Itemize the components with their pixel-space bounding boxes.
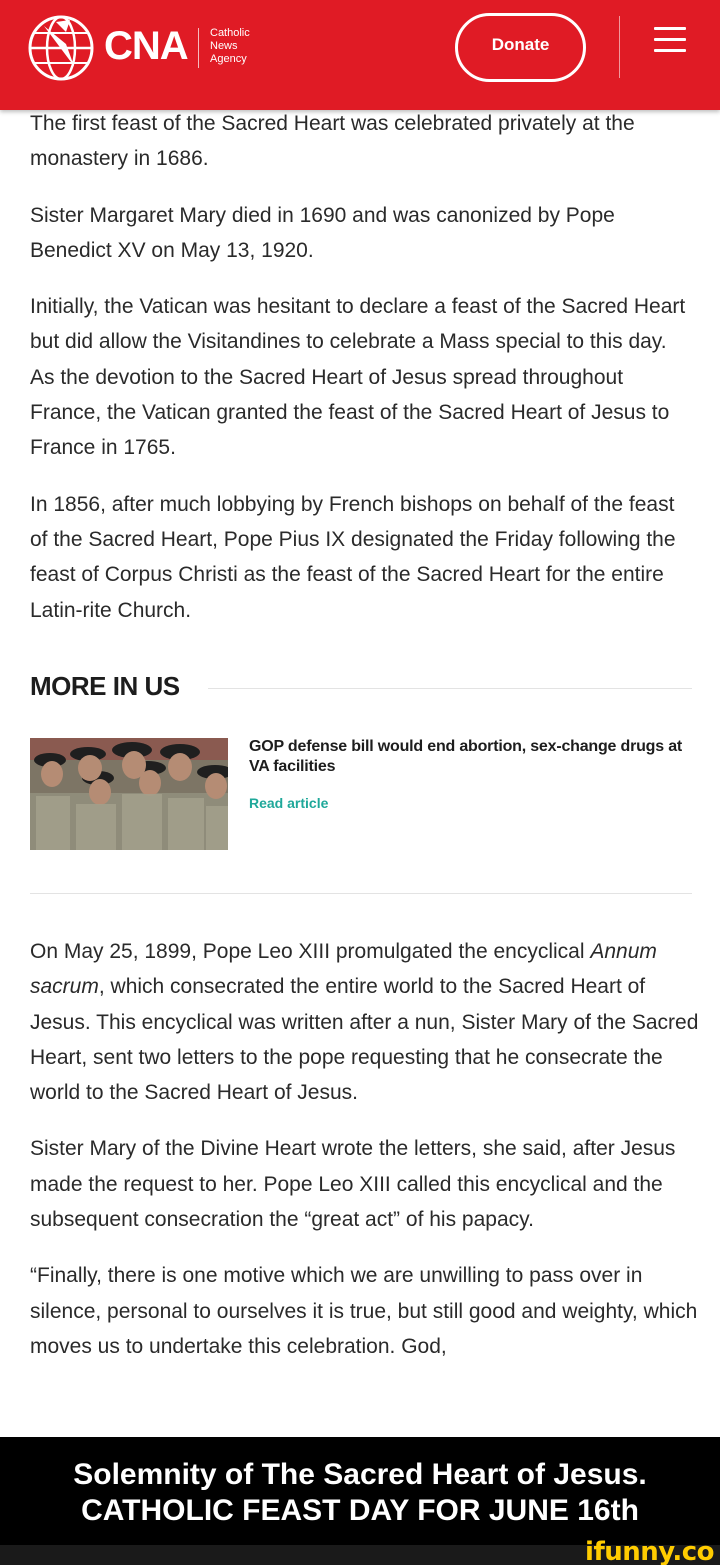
article-paragraph: In 1856, after much lobbying by French b… (30, 492, 676, 622)
logo-wordmark[interactable]: CNA (104, 22, 189, 70)
article-body: The first feast of the Sacred Heart was … (30, 106, 695, 649)
logo-tagline-line: Catholic (210, 27, 250, 39)
donate-button[interactable]: Donate (455, 13, 586, 82)
ifunny-watermark: ifunny.co (585, 1537, 714, 1565)
cna-globe-logo-icon[interactable] (26, 14, 96, 82)
logo-tagline-line: News (210, 40, 238, 52)
section-divider (207, 687, 692, 689)
logo-tagline-line: Agency (210, 53, 247, 65)
more-in-title: MORE IN US (30, 670, 180, 701)
article-paragraph: Initially, the Vatican was hesitant to d… (30, 295, 686, 460)
more-in-section-header: MORE IN US (30, 668, 692, 704)
section-divider (30, 893, 692, 894)
caption-line: CATHOLIC FEAST DAY FOR JUNE 16th (81, 1494, 639, 1527)
site-header: CNA Catholic News Agency Donate (0, 0, 720, 110)
meme-caption: Solemnity of The Sacred Heart of Jesus. … (0, 1437, 720, 1545)
article-paragraph: Sister Mary of the Divine Heart wrote th… (30, 1137, 676, 1232)
article-paragraph: “Finally, there is one motive which we a… (30, 1264, 698, 1358)
read-article-link[interactable]: Read article (249, 795, 328, 811)
logo-divider (198, 28, 199, 68)
article-paragraph: The first feast of the Sacred Heart was … (30, 112, 635, 171)
logo-tagline: Catholic News Agency (210, 27, 250, 66)
related-article-title[interactable]: GOP defense bill would end abortion, sex… (249, 737, 689, 777)
article-paragraph: Sister Margaret Mary died in 1690 and wa… (30, 203, 615, 262)
article-paragraph: On May 25, 1899, Pope Leo XIII promulgat… (30, 940, 699, 1105)
related-article-thumbnail[interactable] (30, 738, 228, 850)
header-divider (619, 16, 620, 78)
hamburger-menu-icon[interactable] (654, 27, 688, 53)
caption-line: Solemnity of The Sacred Heart of Jesus. (73, 1458, 647, 1491)
article-body-continued: On May 25, 1899, Pope Leo XIII promulgat… (30, 934, 700, 1385)
related-article-card[interactable]: GOP defense bill would end abortion, sex… (30, 738, 692, 850)
